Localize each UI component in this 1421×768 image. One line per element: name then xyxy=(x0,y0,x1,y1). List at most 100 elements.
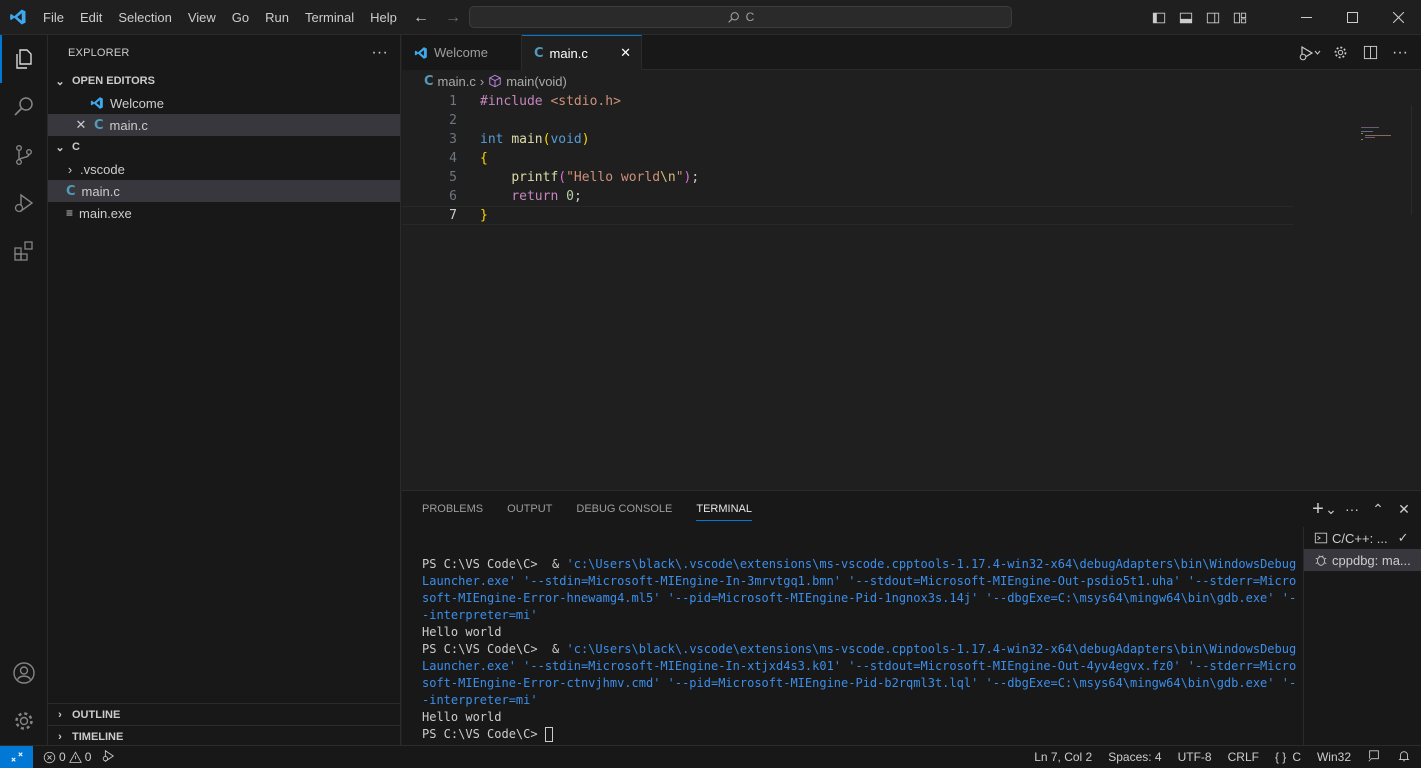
terminal-item-label: C/C++: ... xyxy=(1332,530,1388,546)
tab-label: Welcome xyxy=(434,45,488,60)
encoding[interactable]: UTF-8 xyxy=(1178,750,1212,764)
menu-view[interactable]: View xyxy=(180,0,224,35)
accounts-icon[interactable] xyxy=(0,649,48,697)
minimize-icon[interactable] xyxy=(1283,0,1329,35)
folder-header[interactable]: ⌄ C xyxy=(48,136,400,158)
explorer-icon[interactable] xyxy=(0,35,48,83)
platform[interactable]: Win32 xyxy=(1317,750,1351,764)
maximize-panel-chevron-up-icon[interactable]: ⌃ xyxy=(1369,501,1387,518)
outline-header[interactable]: › OUTLINE xyxy=(48,704,400,726)
more-actions-icon[interactable]: ··· xyxy=(371,44,388,62)
back-arrow-icon[interactable]: ← xyxy=(410,9,432,27)
line-number: 5 xyxy=(449,170,457,185)
tree-item-main-exe[interactable]: ≡ main.exe xyxy=(48,202,400,224)
editor-scrollbar[interactable] xyxy=(1411,105,1421,215)
language-mode[interactable]: { } C xyxy=(1275,750,1301,764)
code-line: 2 xyxy=(402,111,1421,130)
forward-arrow-icon[interactable]: → xyxy=(442,9,464,27)
tab-main-c[interactable]: C main.c ✕ xyxy=(522,35,642,70)
open-editors-header[interactable]: ⌄ OPEN EDITORS xyxy=(48,70,400,92)
tab-terminal[interactable]: TERMINAL xyxy=(696,497,752,521)
editor-actions: ··· xyxy=(1297,35,1421,70)
menu-terminal[interactable]: Terminal xyxy=(297,0,362,35)
split-editor-icon[interactable] xyxy=(1357,45,1383,60)
tab-output[interactable]: OUTPUT xyxy=(507,503,552,515)
tab-debug-console[interactable]: DEBUG CONSOLE xyxy=(576,503,672,515)
more-actions-icon[interactable]: ··· xyxy=(1387,44,1413,62)
tab-welcome[interactable]: Welcome xyxy=(402,35,522,70)
tab-title: C main.c xyxy=(534,46,588,61)
line-number: 1 xyxy=(449,94,457,109)
indentation[interactable]: Spaces: 4 xyxy=(1108,750,1161,764)
menu-file[interactable]: File xyxy=(35,0,72,35)
status-right: Ln 7, Col 2 Spaces: 4 UTF-8 CRLF { } C Wi… xyxy=(1034,746,1411,768)
toggle-secondary-sidebar-icon[interactable] xyxy=(1199,11,1226,25)
remote-indicator-icon[interactable] xyxy=(0,746,33,768)
line-number: 2 xyxy=(449,113,457,128)
panel-actions: + ⌄ ··· ⌃ ✕ xyxy=(1309,491,1413,527)
menu-help[interactable]: Help xyxy=(362,0,405,35)
code-line: 4{ xyxy=(402,149,1421,168)
command-center-search[interactable]: C xyxy=(469,6,1012,28)
breadcrumb-symbol[interactable]: main(void) xyxy=(506,74,567,89)
breadcrumb-file[interactable]: main.c xyxy=(438,74,476,89)
maximize-icon[interactable] xyxy=(1329,0,1375,35)
c-file-icon: C xyxy=(94,117,104,133)
bottom-panel: PROBLEMS OUTPUT DEBUG CONSOLE TERMINAL +… xyxy=(402,490,1421,746)
run-debug-play-icon[interactable] xyxy=(1297,45,1323,61)
terminal-command-args: '--stdin=Microsoft-MIEngine-In-xtjxd4s3.… xyxy=(422,659,1297,707)
toggle-panel-icon[interactable] xyxy=(1172,11,1199,25)
terminal-prompt: PS C:\VS Code\C> xyxy=(422,642,538,656)
close-icon[interactable]: ✕ xyxy=(74,117,88,133)
extensions-icon[interactable] xyxy=(0,227,48,275)
outline-label: OUTLINE xyxy=(72,709,121,721)
code-line: 5 printf("Hello world\n"); xyxy=(402,168,1421,187)
line-number: 7 xyxy=(449,208,457,223)
close-tab-icon[interactable]: ✕ xyxy=(620,45,631,61)
open-editor-welcome[interactable]: Welcome xyxy=(48,92,400,114)
menu-go[interactable]: Go xyxy=(224,0,257,35)
terminal-item-cppdbg[interactable]: cppdbg: ma... xyxy=(1304,549,1421,571)
chevron-right-icon: › xyxy=(58,709,62,721)
code-line-current: 7} xyxy=(402,206,1293,225)
tree-item-main-c[interactable]: C main.c xyxy=(48,180,400,202)
search-activity-icon[interactable] xyxy=(0,83,48,131)
title-bar-controls xyxy=(1145,0,1421,35)
settings-gear-icon[interactable] xyxy=(1327,45,1353,60)
problems-status[interactable]: 0 0 xyxy=(43,750,91,764)
end-of-line[interactable]: CRLF xyxy=(1228,750,1259,764)
notifications-bell-icon[interactable] xyxy=(1397,749,1411,766)
tree-item-vscode[interactable]: › .vscode xyxy=(48,158,400,180)
navigation-arrows: ← → xyxy=(410,0,464,35)
tab-problems[interactable]: PROBLEMS xyxy=(422,503,483,515)
terminal-output[interactable]: PS C:\VS Code\C> & 'c:\Users\black\.vsco… xyxy=(422,556,1302,743)
toggle-primary-sidebar-icon[interactable] xyxy=(1145,11,1172,25)
run-and-debug-icon[interactable] xyxy=(0,179,48,227)
feedback-icon[interactable] xyxy=(1367,749,1381,766)
tree-item-label: main.c xyxy=(81,183,120,199)
cursor-position[interactable]: Ln 7, Col 2 xyxy=(1034,750,1092,764)
more-actions-icon[interactable]: ··· xyxy=(1343,501,1361,517)
binary-file-icon: ≡ xyxy=(66,206,74,220)
chevron-down-icon[interactable]: ⌄ xyxy=(1325,501,1337,518)
terminal-item-cpp[interactable]: C/C++: ... ✓ xyxy=(1304,527,1421,549)
debug-launch-icon[interactable] xyxy=(101,749,115,766)
open-editor-main-c[interactable]: ✕ C main.c xyxy=(48,114,400,136)
language-label: C xyxy=(1292,750,1301,764)
manage-gear-icon[interactable] xyxy=(0,697,48,745)
code-editor[interactable]: 1 #include <stdio.h> 2 3 int main(void) 4{… xyxy=(402,92,1421,225)
line-number: 4 xyxy=(449,151,457,166)
chevron-right-icon: › xyxy=(58,731,62,743)
vscode-icon xyxy=(414,46,427,59)
code-line: 1 #include <stdio.h> xyxy=(402,92,1421,111)
menu-edit[interactable]: Edit xyxy=(72,0,110,35)
minimap[interactable] xyxy=(1361,126,1391,146)
close-window-icon[interactable] xyxy=(1375,0,1421,35)
chevron-right-icon: › xyxy=(479,73,485,89)
menu-selection[interactable]: Selection xyxy=(110,0,179,35)
menu-run[interactable]: Run xyxy=(257,0,297,35)
folder-label: C xyxy=(72,141,80,153)
customize-layout-icon[interactable] xyxy=(1226,11,1253,25)
close-panel-icon[interactable]: ✕ xyxy=(1395,501,1413,518)
source-control-icon[interactable] xyxy=(0,131,48,179)
